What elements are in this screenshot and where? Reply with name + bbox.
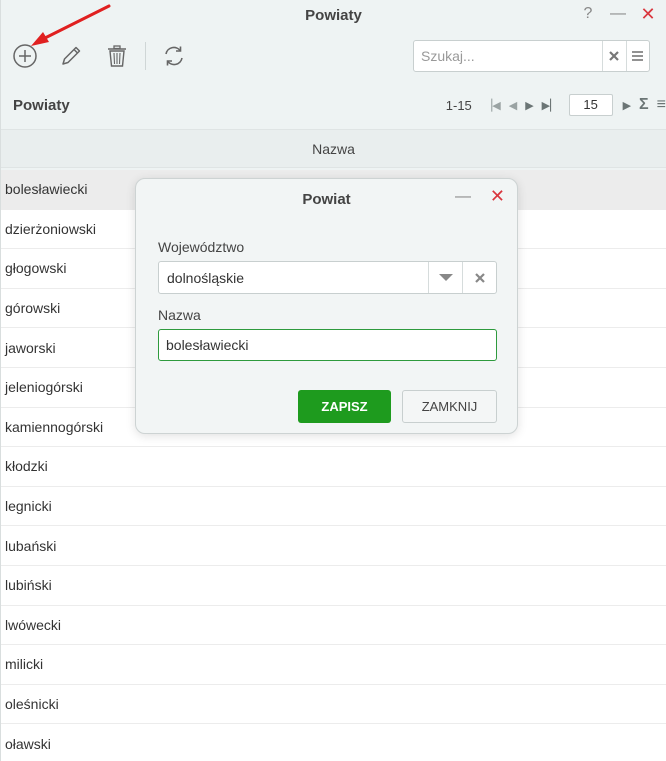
table-row[interactable]: oleśnicki [1, 684, 666, 725]
table-cell-nazwa: górowski [5, 300, 61, 317]
table-cell-nazwa: jeleniogórski [5, 379, 83, 396]
grid-header: Powiaty 1-15 ▕◀ ◀ ▶ ▶▏ 15 ▶ Σ ≡ [1, 82, 666, 128]
table-row[interactable]: milicki [1, 645, 666, 685]
voivodeship-clear-button[interactable] [462, 262, 496, 293]
next-page-icon[interactable]: ▶ [525, 99, 533, 112]
table-cell-nazwa: kamiennogórski [5, 418, 104, 435]
grid-title: Powiaty [13, 96, 70, 114]
dialog-close-icon[interactable]: ✕ [490, 186, 505, 207]
clear-search-button[interactable] [602, 41, 626, 71]
add-icon [13, 44, 37, 68]
table-cell-nazwa: bolesławiecki [5, 181, 88, 198]
menu-icon [632, 51, 644, 61]
page-size-go-icon[interactable]: ▶ [623, 99, 631, 112]
table-cell-nazwa: lubiński [5, 577, 52, 594]
prev-page-icon[interactable]: ◀ [509, 99, 517, 112]
sum-icon[interactable]: Σ [639, 96, 649, 114]
voivodeship-value[interactable]: dolnośląskie [159, 270, 428, 286]
first-page-icon[interactable]: ▕◀ [484, 99, 501, 112]
table-cell-nazwa: oławski [5, 735, 51, 752]
column-header-nazwa[interactable]: Nazwa [1, 129, 666, 168]
grid-menu-icon[interactable]: ≡ [657, 96, 666, 114]
window-title: Powiaty [305, 6, 362, 24]
close-button[interactable]: ZAMKNIJ [402, 390, 497, 423]
table-cell-nazwa: głogowski [5, 260, 67, 277]
table-cell-nazwa: lubański [5, 537, 57, 554]
table-row[interactable]: oławski [1, 724, 666, 761]
chevron-down-icon [438, 273, 453, 281]
table-row[interactable]: legnicki [1, 486, 666, 527]
pager-range: 1-15 [445, 97, 472, 113]
table-cell-nazwa: dzierżoniowski [5, 220, 97, 237]
voivodeship-dropdown-button[interactable] [428, 262, 462, 293]
page-size-input[interactable]: 15 [568, 94, 613, 116]
edit-button[interactable] [57, 42, 85, 70]
table-row[interactable]: kłodzki [1, 447, 666, 487]
table-cell-nazwa: jaworski [5, 339, 56, 356]
window-controls: ? — ✕ [580, 4, 656, 24]
edit-icon [62, 46, 81, 65]
minimize-icon[interactable]: — [610, 4, 626, 24]
titlebar: Powiaty ? — ✕ [1, 0, 666, 30]
name-input[interactable] [158, 329, 497, 361]
voivodeship-combo[interactable]: dolnośląskie [158, 261, 497, 294]
save-button[interactable]: ZAPISZ [298, 390, 391, 423]
voivodeship-label: Województwo [158, 239, 245, 255]
search-menu-button[interactable] [625, 41, 650, 71]
name-label: Nazwa [158, 307, 201, 323]
powiat-dialog: Powiat — ✕ Województwo dolnośląskie Nazw… [135, 178, 518, 434]
dialog-minimize-icon[interactable]: — [455, 188, 471, 206]
delete-icon [108, 45, 126, 67]
table-cell-nazwa: legnicki [5, 498, 52, 515]
add-button[interactable] [11, 42, 39, 70]
table-row[interactable]: lubiński [1, 565, 666, 606]
toolbar [1, 30, 666, 82]
delete-button[interactable] [103, 42, 131, 70]
table-cell-nazwa: oleśnicki [5, 696, 59, 713]
main-window: Powiaty ? — ✕ Szukaj... Powiaty 1-15 ▕◀ … [0, 0, 666, 761]
clear-icon [474, 272, 485, 283]
clear-icon [609, 51, 620, 61]
table-cell-nazwa: lwówecki [5, 616, 62, 633]
table-cell-nazwa: milicki [5, 656, 44, 673]
last-page-icon[interactable]: ▶▏ [542, 99, 559, 112]
toolbar-separator [145, 42, 146, 70]
search-box [413, 40, 650, 72]
table-row[interactable]: lwówecki [1, 605, 666, 646]
table-row[interactable]: lubański [1, 526, 666, 566]
table-cell-nazwa: kłodzki [5, 458, 48, 475]
close-icon[interactable]: ✕ [640, 4, 656, 24]
pager: 1-15 ▕◀ ◀ ▶ ▶▏ 15 ▶ Σ ≡ [446, 94, 666, 116]
help-icon[interactable]: ? [580, 4, 596, 24]
refresh-button[interactable] [160, 42, 188, 70]
search-input[interactable] [414, 41, 602, 71]
refresh-icon [165, 46, 183, 66]
